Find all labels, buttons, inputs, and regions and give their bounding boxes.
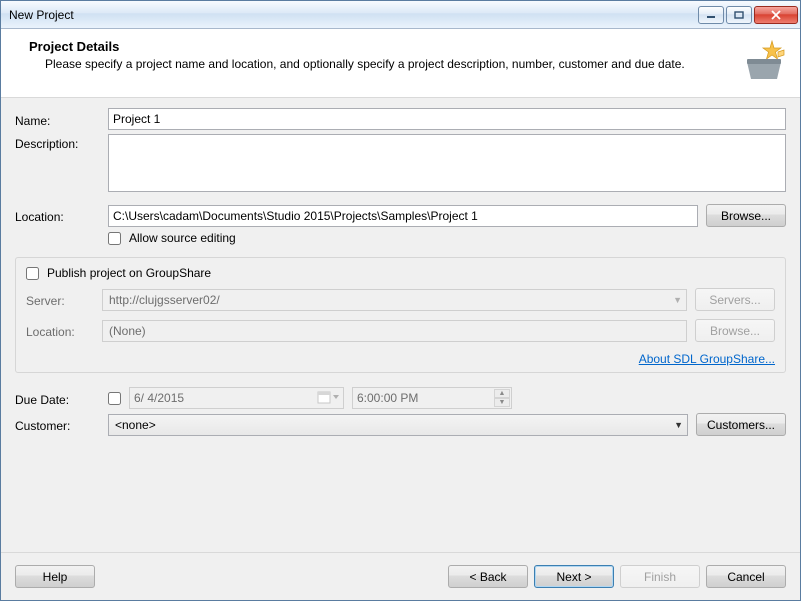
allow-source-editing-checkbox[interactable] [108, 232, 121, 245]
finish-button: Finish [620, 565, 700, 588]
due-date-label: Due Date: [15, 390, 100, 407]
about-groupshare-link[interactable]: About SDL GroupShare... [639, 352, 775, 366]
gs-location-label: Location: [26, 322, 94, 339]
customer-label: Customer: [15, 416, 100, 433]
page-title: Project Details [29, 39, 732, 54]
page-subtitle: Please specify a project name and locati… [29, 57, 732, 71]
time-spin-down: ▼ [494, 398, 510, 407]
name-input[interactable] [108, 108, 786, 130]
wizard-body: Name: Description: Location: Browse... A… [1, 98, 800, 552]
location-input[interactable] [108, 205, 698, 227]
back-button[interactable]: < Back [448, 565, 528, 588]
browse-location-button[interactable]: Browse... [706, 204, 786, 227]
description-input[interactable] [108, 134, 786, 192]
wizard-footer: Help < Back Next > Finish Cancel [1, 552, 800, 600]
chevron-down-icon: ▼ [674, 420, 683, 430]
due-date-picker: 6/ 4/2015 [129, 387, 344, 409]
name-label: Name: [15, 111, 100, 128]
minimize-button[interactable] [698, 6, 724, 24]
help-button[interactable]: Help [15, 565, 95, 588]
gs-location-value: (None) [109, 324, 146, 338]
allow-source-editing-label: Allow source editing [129, 231, 236, 245]
location-label: Location: [15, 207, 100, 224]
next-button[interactable]: Next > [534, 565, 614, 588]
gs-location-field: (None) [102, 320, 687, 342]
customer-combobox[interactable]: <none> ▼ [108, 414, 688, 436]
publish-groupshare-label: Publish project on GroupShare [47, 266, 211, 280]
server-value: http://clujgsserver02/ [109, 293, 220, 307]
time-spin-up: ▲ [494, 389, 510, 398]
close-button[interactable] [754, 6, 798, 24]
wizard-header: Project Details Please specify a project… [1, 29, 800, 98]
publish-groupshare-checkbox[interactable] [26, 267, 39, 280]
groupshare-group: Publish project on GroupShare Server: ht… [15, 257, 786, 373]
due-date-value: 6/ 4/2015 [134, 391, 184, 405]
due-date-checkbox[interactable] [108, 392, 121, 405]
due-time-value: 6:00:00 PM [357, 391, 418, 405]
server-combobox: http://clujgsserver02/ ▼ [102, 289, 687, 311]
servers-button: Servers... [695, 288, 775, 311]
maximize-button[interactable] [726, 6, 752, 24]
new-project-window: New Project Project Details Please speci… [0, 0, 801, 601]
wizard-icon [742, 39, 786, 83]
title-bar: New Project [1, 1, 800, 29]
due-time-picker: 6:00:00 PM ▲ ▼ [352, 387, 512, 409]
customers-button[interactable]: Customers... [696, 413, 786, 436]
chevron-down-icon: ▼ [673, 295, 682, 305]
description-label: Description: [15, 134, 100, 151]
cancel-button[interactable]: Cancel [706, 565, 786, 588]
gs-browse-button: Browse... [695, 319, 775, 342]
customer-value: <none> [115, 418, 156, 432]
server-label: Server: [26, 291, 94, 308]
calendar-icon [317, 390, 340, 404]
window-title: New Project [9, 8, 696, 22]
